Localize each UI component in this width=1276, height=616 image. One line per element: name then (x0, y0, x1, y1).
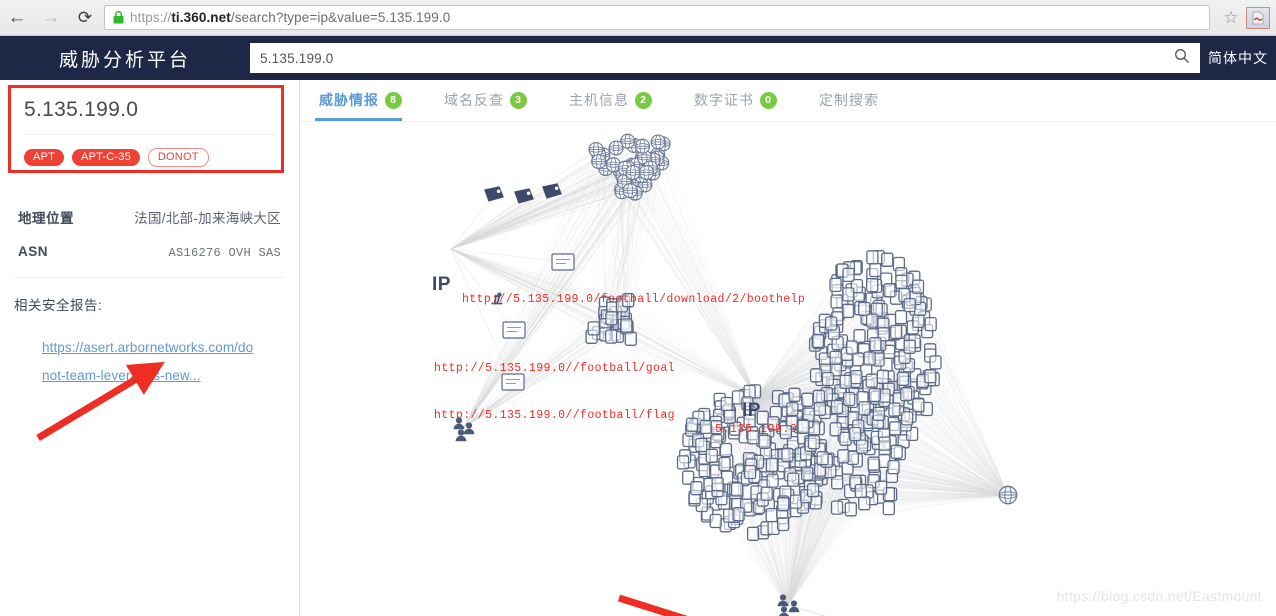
main-content: 威胁情报 8 域名反查 3 主机信息 2 数字证书 0 定制搜索 IP http… (301, 80, 1276, 616)
url-path: /search?type=ip&value=5.135.199.0 (230, 10, 451, 25)
tab-badge: 8 (385, 91, 402, 109)
sidebar: 5.135.199.0 APT APT-C-35 DONOT 地理位置 法国/北… (0, 80, 300, 616)
language-switch[interactable]: 简体中文 (1200, 48, 1276, 68)
divider (14, 277, 285, 278)
forward-arrow-icon[interactable]: → (34, 0, 68, 36)
address-bar[interactable]: https://ti.360.net/search?type=ip&value=… (104, 5, 1210, 30)
site-title: 威胁分析平台 (58, 49, 191, 71)
pdf-extension-icon[interactable] (1246, 6, 1270, 29)
metadata-row-asn: ASN AS16276 OVH SAS (18, 244, 281, 260)
tab-label: 威胁情报 (319, 92, 379, 108)
tab-bar: 威胁情报 8 域名反查 3 主机信息 2 数字证书 0 定制搜索 (301, 80, 1276, 122)
tab-domain-lookup[interactable]: 域名反查 3 (440, 79, 541, 121)
metadata-value-asn: AS16276 OVH SAS (168, 246, 281, 260)
metadata-row-geo: 地理位置 法国/北部-加来海峡大区 (18, 207, 281, 227)
watermark: https://blog.csdn.net/Eastmount (1056, 588, 1262, 604)
graph-node-label-ip-left[interactable]: IP (432, 274, 451, 296)
metadata-label-asn: ASN (18, 244, 49, 259)
threat-graph-canvas[interactable]: IP http://5.135.199.0/football/download/… (301, 122, 1276, 616)
tab-label: 域名反查 (444, 92, 504, 108)
url-scheme: https:// (130, 10, 172, 25)
search-bar[interactable] (250, 43, 1200, 73)
threat-tag-row: APT APT-C-35 DONOT (14, 135, 285, 181)
graph-url-label-1: http://5.135.199.0/football/download/2/b… (462, 293, 806, 306)
url-host: ti.360.net (171, 10, 231, 25)
graph-node-sublabel-ip-center: 5.135.199.0 (715, 423, 798, 436)
tab-threat-intel[interactable]: 威胁情报 8 (315, 79, 416, 121)
metadata-value-geo: 法国/北部-加来海峡大区 (134, 211, 281, 226)
graph-url-label-2: http://5.135.199.0//football/goal (434, 362, 675, 375)
status-badge-apt[interactable]: APT (24, 149, 64, 166)
tab-custom-search[interactable]: 定制搜索 (815, 79, 893, 121)
tab-badge: 2 (635, 91, 652, 109)
page-body: 5.135.199.0 APT APT-C-35 DONOT 地理位置 法国/北… (0, 80, 1276, 616)
metadata-section: 地理位置 法国/北部-加来海峡大区 ASN AS16276 OVH SAS (14, 207, 285, 260)
tab-label: 定制搜索 (819, 92, 879, 108)
target-ip-value: 5.135.199.0 (24, 98, 139, 121)
status-badge-donot[interactable]: DONOT (147, 148, 209, 167)
star-icon[interactable]: ☆ (1216, 0, 1246, 36)
tab-label: 主机信息 (569, 92, 629, 108)
search-input[interactable] (260, 50, 1174, 66)
tab-badge: 3 (510, 91, 527, 109)
tab-badge: 0 (760, 91, 777, 109)
related-report-link[interactable]: https://asert.arbornetworks.com/donot-te… (42, 334, 257, 390)
tab-host-info[interactable]: 主机信息 2 (565, 79, 666, 121)
status-badge-apt-c-35[interactable]: APT-C-35 (72, 149, 140, 166)
lock-icon (113, 11, 124, 24)
back-arrow-icon[interactable]: ← (0, 0, 34, 36)
reload-icon[interactable]: ⟳ (68, 0, 102, 36)
tab-digital-certificate[interactable]: 数字证书 0 (690, 79, 791, 121)
browser-toolbar: ← → ⟳ https://ti.360.net/search?type=ip&… (0, 0, 1276, 36)
site-header: 威胁分析平台 简体中文 (0, 36, 1276, 80)
address-bar-url: https://ti.360.net/search?type=ip&value=… (130, 10, 450, 25)
search-icon[interactable] (1174, 48, 1190, 68)
related-reports-title: 相关安全报告: (14, 298, 103, 313)
target-summary-card: 5.135.199.0 APT APT-C-35 DONOT (14, 80, 285, 181)
metadata-label-geo: 地理位置 (18, 211, 74, 226)
tab-label: 数字证书 (694, 92, 754, 108)
graph-url-label-3: http://5.135.199.0//football/flag (434, 409, 675, 422)
graph-node-label-ip-center[interactable]: IP (742, 400, 761, 422)
